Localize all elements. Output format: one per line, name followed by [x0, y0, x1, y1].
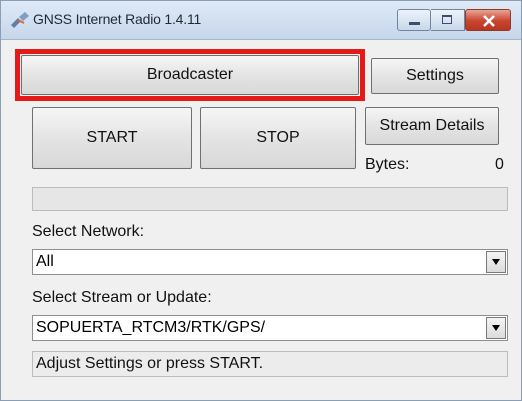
satellite-icon [9, 11, 31, 29]
progress-bar [32, 187, 508, 211]
stop-button[interactable]: STOP [200, 107, 356, 169]
window-title: GNSS Internet Radio 1.4.11 [33, 11, 202, 27]
network-select[interactable]: All [32, 249, 508, 275]
settings-label: Settings [406, 67, 464, 84]
status-bar: Adjust Settings or press START. [32, 351, 508, 377]
stream-details-label: Stream Details [379, 117, 485, 134]
stream-selected-value: SOPUERTA_RTCM3/RTK/GPS/ [36, 319, 266, 336]
stream-select[interactable]: SOPUERTA_RTCM3/RTK/GPS/ [32, 315, 508, 341]
maximize-button[interactable] [431, 9, 465, 31]
stream-label: Select Stream or Update: [32, 289, 212, 306]
app-window: GNSS Internet Radio 1.4.11 Broadcaster S… [0, 0, 522, 401]
status-text: Adjust Settings or press START. [36, 355, 264, 372]
stop-label: STOP [256, 129, 300, 146]
settings-button[interactable]: Settings [371, 58, 499, 94]
chevron-down-icon [492, 259, 500, 265]
highlight-box [15, 49, 365, 101]
bytes-label: Bytes: [365, 156, 410, 173]
minimize-button[interactable] [397, 9, 431, 31]
minimize-icon [409, 22, 420, 25]
network-label: Select Network: [32, 223, 145, 240]
close-icon [483, 15, 495, 27]
network-selected-value: All [36, 253, 54, 270]
start-button[interactable]: START [32, 107, 192, 169]
chevron-down-icon [492, 325, 500, 331]
stream-details-button[interactable]: Stream Details [365, 107, 499, 145]
close-button[interactable] [465, 9, 511, 31]
bytes-value: 0 [495, 156, 504, 173]
maximize-icon [442, 15, 452, 24]
start-label: START [86, 129, 138, 146]
title-bar[interactable]: GNSS Internet Radio 1.4.11 [1, 1, 521, 40]
stream-dropdown-button[interactable] [486, 317, 506, 339]
network-dropdown-button[interactable] [486, 251, 506, 273]
